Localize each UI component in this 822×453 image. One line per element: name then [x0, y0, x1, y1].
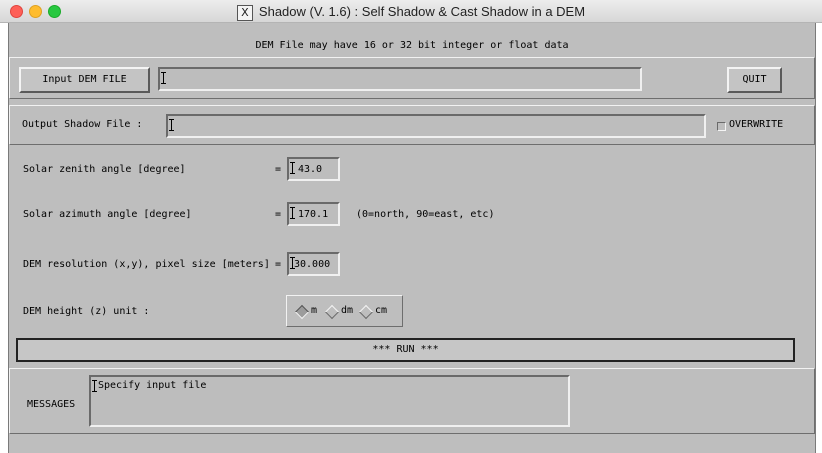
text-cursor-icon [169, 119, 177, 131]
quit-button[interactable]: QUIT [727, 67, 782, 93]
overwrite-checkbox[interactable] [717, 122, 726, 131]
solar-zenith-equals: = [275, 164, 282, 175]
messages-frame: MESSAGES Specify input file [9, 368, 815, 434]
app-window: DEM File may have 16 or 32 bit integer o… [8, 23, 816, 453]
unit-cm-label: cm [375, 305, 388, 316]
messages-label: MESSAGES [27, 399, 76, 410]
unit-m-label: m [311, 305, 318, 316]
input-dem-file-field[interactable] [158, 67, 642, 91]
solar-azimuth-value: 170.1 [298, 209, 329, 220]
solar-zenith-value: 43.0 [298, 164, 323, 175]
dem-height-unit-label: DEM height (z) unit : [23, 306, 150, 317]
output-file-frame: Output Shadow File : OVERWRITE [9, 105, 815, 145]
dem-resolution-field[interactable]: 30.000 [287, 252, 340, 276]
x11-app-icon: X [236, 4, 253, 21]
title-bar: X Shadow (V. 1.6) : Self Shadow & Cast Sh… [0, 0, 822, 23]
dem-format-notice: DEM File may have 16 or 32 bit integer o… [255, 40, 569, 51]
overwrite-label: OVERWRITE [729, 119, 784, 130]
azimuth-direction-hint: (0=north, 90=east, etc) [356, 209, 495, 220]
dem-resolution-label: DEM resolution (x,y), pixel size [meters… [23, 259, 270, 270]
solar-azimuth-equals: = [275, 209, 282, 220]
unit-cm-radio[interactable] [358, 304, 374, 320]
solar-azimuth-label: Solar azimuth angle [degree] [23, 209, 192, 220]
solar-azimuth-field[interactable]: 170.1 [287, 202, 340, 226]
unit-dm-label: dm [341, 305, 354, 316]
messages-text: Specify input file [98, 380, 207, 391]
run-button[interactable]: *** RUN *** [16, 338, 795, 362]
input-file-frame: Input DEM FILE QUIT [9, 57, 815, 99]
window-title-wrap: X Shadow (V. 1.6) : Self Shadow & Cast Sh… [0, 4, 822, 21]
dem-resolution-equals: = [275, 259, 282, 270]
window-title: Shadow (V. 1.6) : Self Shadow & Cast Sha… [258, 4, 586, 19]
unit-dm-radio[interactable] [324, 304, 340, 320]
dem-resolution-value: 30.000 [294, 259, 331, 270]
text-cursor-icon [161, 72, 169, 84]
unit-m-radio[interactable] [294, 304, 310, 320]
messages-area[interactable]: Specify input file [89, 375, 570, 427]
height-unit-radio-group: m dm cm [286, 295, 403, 327]
output-shadow-file-label: Output Shadow File : [22, 119, 143, 130]
output-shadow-file-field[interactable] [166, 114, 706, 138]
solar-zenith-label: Solar zenith angle [degree] [23, 164, 186, 175]
input-dem-file-button[interactable]: Input DEM FILE [19, 67, 150, 93]
solar-zenith-field[interactable]: 43.0 [287, 157, 340, 181]
